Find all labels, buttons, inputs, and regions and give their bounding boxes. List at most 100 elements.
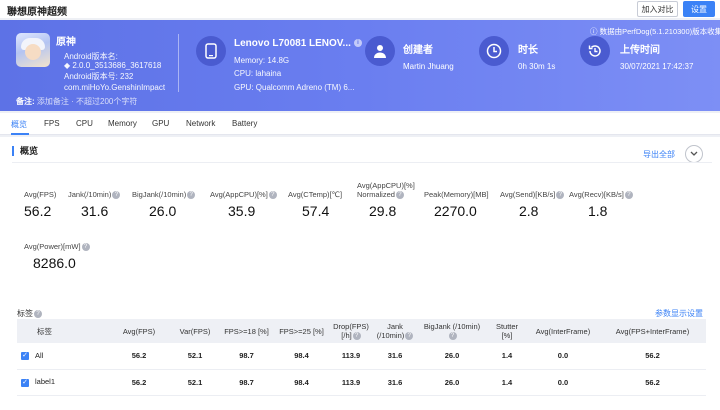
help-icon[interactable]: ? (112, 191, 121, 200)
add-compare-button[interactable]: 加入对比 (637, 1, 678, 17)
help-icon[interactable]: ? (268, 191, 277, 200)
metric-value: 57.4 (302, 203, 330, 219)
upload-label: 上传时间 (620, 45, 660, 56)
duration-label: 时长 (518, 45, 538, 56)
col-header: Stutter [%] (487, 319, 527, 343)
tab-battery[interactable]: Battery (232, 119, 257, 128)
duration-value: 0h 30m 1s (518, 62, 556, 71)
metric-jank: Jank(/10min)? 31.6 (68, 190, 121, 220)
metric-value: 26.0 (149, 203, 177, 220)
help-icon[interactable]: ? (556, 191, 565, 200)
metric-avg-power: Avg(Power)[mW]? 8286.0 (24, 242, 90, 271)
metric-value: 2.8 (519, 203, 539, 220)
table-cell: 56.2 (599, 369, 706, 396)
user-icon (365, 36, 395, 66)
tab-gpu[interactable]: GPU (152, 119, 169, 128)
table-cell: 31.6 (373, 369, 417, 396)
col-header: FPS>=18 [%] (219, 319, 274, 343)
table-cell: 113.9 (329, 369, 373, 396)
chevron-down-icon[interactable] (685, 145, 703, 163)
active-tab-indicator (11, 133, 29, 135)
remark-label: 备注: (16, 97, 35, 106)
device-gpu: GPU: Qualcomm Adreno (TM) 6... (234, 83, 355, 92)
android-version-name: ◆ 2.0.0_3513686_3617618 (64, 61, 162, 70)
remark-bar[interactable]: 备注: 添加备注 · 不超过200个字符 (16, 96, 137, 107)
col-header: Avg(FPS) (107, 319, 171, 343)
metric-avg-ctemp: Avg(CTemp)[℃] 57.4 (288, 190, 343, 219)
app-icon (16, 33, 50, 67)
col-header: BigJank (/10min)? (417, 319, 487, 343)
upload-value: 30/07/2021 17:42:37 (620, 62, 694, 71)
metric-value: 8286.0 (33, 255, 76, 272)
col-header: Jank (/10min)? (373, 319, 417, 343)
table-cell: 98.4 (274, 369, 329, 396)
metric-avg-send: Avg(Send)[KB/s]? 2.8 (500, 190, 565, 220)
table-cell: 1.4 (487, 369, 527, 396)
overview-panel: 概览 导出全部 Avg(FPS) 56.2 Jank(/10min)? 31.6… (0, 137, 720, 410)
collect-note: ⓘ 数据由PerfDog(5.1.210300)版本收集 (590, 27, 720, 36)
help-icon[interactable]: ? (395, 191, 404, 200)
package-name: com.miHoYo.GenshinImpact (64, 83, 166, 92)
phone-icon (196, 36, 226, 66)
metric-avg-appcpu: Avg(AppCPU)[%]? 35.9 (210, 190, 277, 219)
col-header: Drop(FPS) [/h]? (329, 319, 373, 343)
table-cell: 26.0 (417, 369, 487, 396)
row-label-cell: ✓ label1 (17, 369, 107, 396)
info-icon[interactable]: i (353, 39, 362, 48)
help-icon[interactable]: ? (448, 332, 457, 340)
help-icon[interactable]: ? (624, 191, 633, 200)
tab-fps[interactable]: FPS (44, 119, 60, 128)
table-cell: 56.2 (599, 343, 706, 370)
table-cell: 1.4 (487, 343, 527, 370)
checkbox-checked-icon[interactable]: ✓ (21, 352, 29, 361)
help-icon[interactable]: ? (352, 332, 361, 340)
table-cell: 56.2 (107, 369, 171, 396)
metric-avg-fps: Avg(FPS) 56.2 (24, 190, 57, 219)
help-icon[interactable]: ? (187, 191, 196, 200)
table-cell: 0.0 (527, 369, 599, 396)
row-label-cell: ✓ All (17, 343, 107, 370)
col-header: 标签 (17, 319, 107, 343)
device-memory: Memory: 14.8G (234, 56, 290, 65)
checkbox-checked-icon[interactable]: ✓ (21, 378, 29, 387)
table-cell: 98.7 (219, 343, 274, 370)
export-all-link[interactable]: 导出全部 (643, 149, 675, 160)
tab-cpu[interactable]: CPU (76, 119, 93, 128)
table-row[interactable]: ✓ All 56.2 52.1 98.7 98.4 113.9 31.6 26.0… (17, 343, 706, 370)
table-cell: 56.2 (107, 343, 171, 370)
settings-button[interactable]: 设置 (683, 1, 715, 17)
col-header: FPS>=25 [%] (274, 319, 329, 343)
table-cell: 26.0 (417, 343, 487, 370)
creator-label: 创建者 (403, 45, 433, 56)
metric-value: 2270.0 (434, 203, 477, 219)
help-icon[interactable]: ? (81, 243, 90, 252)
help-icon[interactable]: ? (34, 309, 42, 318)
android-version-code: Android版本号: 232 (64, 72, 134, 81)
device-title: Lenovo L70081 LENOV... i (234, 38, 362, 49)
metric-appcpu-normalized: Avg(AppCPU)[%] Normalized? 29.8 (357, 181, 415, 220)
param-display-settings-link[interactable]: 参数显示设置 (655, 308, 703, 319)
app-name: 原神 (56, 37, 76, 48)
help-icon[interactable]: ? (405, 332, 414, 340)
table-cell: 113.9 (329, 343, 373, 370)
metric-value: 29.8 (369, 203, 397, 220)
device-cpu: CPU: lahaina (234, 69, 282, 78)
metric-bigjank: BigJank(/10min)? 26.0 (132, 190, 196, 220)
table-row[interactable]: ✓ label1 56.2 52.1 98.7 98.4 113.9 31.6 2… (17, 369, 706, 396)
history-icon (580, 36, 610, 66)
metric-value: 1.8 (588, 203, 608, 220)
table-header-row: 标签 Avg(FPS) Var(FPS) FPS>=18 [%] FPS>=25… (17, 319, 706, 343)
metric-value: 31.6 (81, 203, 109, 220)
remark-placeholder[interactable]: 添加备注 · 不超过200个字符 (37, 97, 137, 106)
info-circle-icon: ⓘ (590, 27, 600, 36)
col-header: Avg(FPS+InterFrame) (599, 319, 706, 343)
tab-overview[interactable]: 概览 (11, 119, 27, 130)
col-header: Avg(InterFrame) (527, 319, 599, 343)
banner-divider (178, 34, 179, 92)
tab-memory[interactable]: Memory (108, 119, 137, 128)
metric-avg-recv: Avg(Recv)[KB/s]? 1.8 (569, 190, 633, 219)
tab-network[interactable]: Network (186, 119, 215, 128)
metric-value: 56.2 (24, 203, 52, 219)
tab-bar: 概览 FPS CPU Memory GPU Network Battery (0, 113, 720, 135)
table-cell: 98.4 (274, 343, 329, 370)
